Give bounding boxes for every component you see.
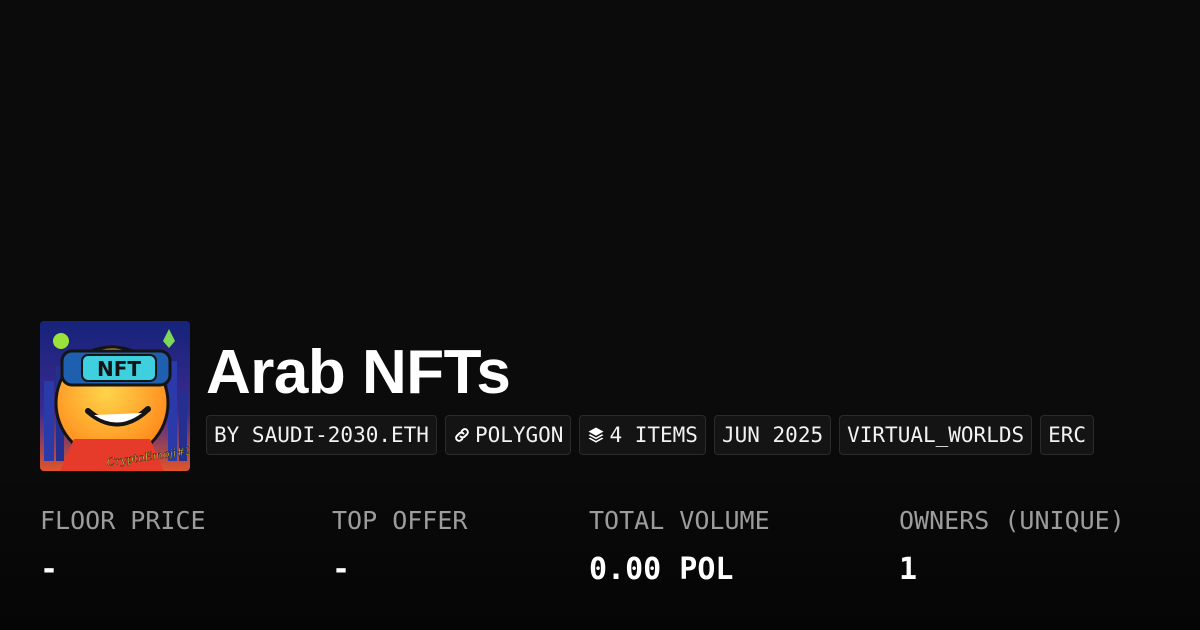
chain-tag-label: POLYGON [474, 423, 564, 447]
floor-price-stat: FLOOR PRICE - [40, 503, 206, 590]
collection-preview-card: NFT CryptoEmoji#2 Arab NFTs BY SAUDI-203… [0, 0, 1200, 630]
owners-value: 1 [899, 552, 918, 587]
items-tag[interactable]: 4 ITEMS [579, 415, 706, 455]
chain-tag[interactable]: POLYGON [444, 415, 572, 455]
standard-tag[interactable]: ERC [1040, 415, 1095, 455]
collection-avatar: NFT CryptoEmoji#2 [40, 321, 190, 471]
collection-avatar-image: NFT CryptoEmoji#2 [40, 321, 190, 471]
standard-tag-label: ERC [1048, 423, 1087, 447]
link-icon [453, 426, 471, 444]
total-volume-stat: TOTAL VOLUME 0.00 POL [589, 503, 770, 590]
top-offer-label: TOP OFFER [332, 506, 468, 535]
total-volume-value: 0.00 POL [589, 552, 734, 587]
owners-label: OWNERS (UNIQUE) [899, 506, 1125, 535]
creator-tag-label: BY SAUDI-2030.ETH [214, 423, 429, 447]
collection-title: Arab NFTs [206, 338, 511, 407]
category-tag-label: VIRTUAL_WORLDS [847, 423, 1025, 447]
avatar-nft-text: NFT [97, 357, 141, 381]
collection-tags: BY SAUDI-2030.ETH POLYGON 4 ITEMS JUN 20… [206, 415, 1095, 455]
layers-icon [587, 426, 605, 444]
category-tag[interactable]: VIRTUAL_WORLDS [839, 415, 1033, 455]
creator-tag[interactable]: BY SAUDI-2030.ETH [206, 415, 437, 455]
items-tag-label: 4 ITEMS [609, 423, 698, 447]
date-tag[interactable]: JUN 2025 [713, 415, 832, 455]
top-offer-stat: TOP OFFER - [332, 503, 467, 590]
top-offer-value: - [332, 552, 351, 587]
total-volume-label: TOTAL VOLUME [589, 506, 770, 535]
date-tag-label: JUN 2025 [721, 423, 824, 447]
owners-stat: OWNERS (UNIQUE) 1 [899, 503, 1125, 590]
floor-price-label: FLOOR PRICE [40, 506, 206, 535]
floor-price-value: - [40, 552, 59, 587]
